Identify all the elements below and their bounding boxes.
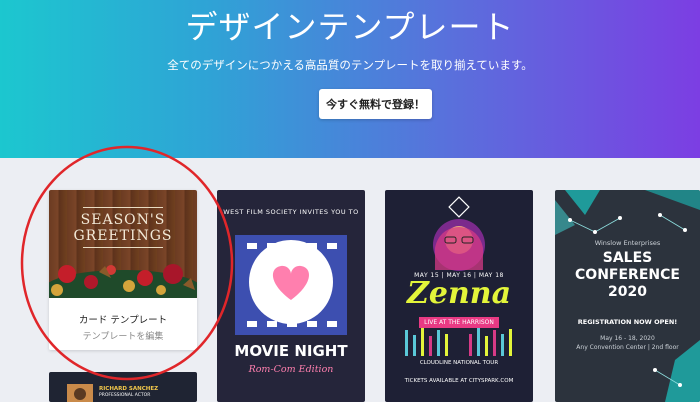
card-title: SALES CONFERENCE 2020	[555, 250, 700, 301]
ornaments-illustration	[49, 264, 197, 298]
event-venue: Any Convention Center | 2nd floor	[576, 344, 679, 351]
card-title-line1: SALES	[602, 250, 653, 266]
card-title-line2: CONFERENCE	[575, 267, 680, 283]
template-card-resume[interactable]: RICHARD SANCHEZ PROFESSIONAL ACTOR	[49, 372, 197, 402]
registration-text: REGISTRATION NOW OPEN!	[577, 318, 678, 326]
card-title-line3: 2020	[608, 284, 647, 300]
page-subtitle: 全てのデザインにつかえる高品質のテンプレートを取り揃えています。	[167, 58, 533, 72]
card-footer: カード テンプレート テンプレートを編集	[49, 298, 197, 350]
template-card-concert[interactable]: MAY 15 | MAY 16 | MAY 18 Zenna LIVE AT T…	[385, 190, 533, 402]
card-subtitle: Rom-Com Edition	[248, 364, 334, 375]
page-title: デザインテンプレート	[185, 8, 515, 46]
tour-text: CLOUDLINE NATIONAL TOUR	[419, 360, 499, 366]
card-tagline: LIVE AT THE HARRISON	[419, 317, 499, 328]
template-card-greeting[interactable]: SEASON'S GREETINGS カード テンプレート テンプレートを編集	[49, 190, 197, 350]
template-card-movie-night[interactable]: WEST FILM SOCIETY INVITES YOU TO MOVIE N…	[217, 190, 365, 402]
card-title: MOVIE NIGHT	[234, 342, 348, 360]
edit-template-link[interactable]: テンプレートを編集	[49, 329, 197, 342]
template-card-sales-conference[interactable]: Winslow Enterprises SALES CONFERENCE 202…	[555, 190, 700, 402]
card-title: Zenna	[406, 276, 512, 311]
card-title: カード テンプレート	[78, 315, 168, 326]
resume-role: PROFESSIONAL ACTOR	[99, 393, 151, 398]
free-signup-button[interactable]: 今すぐ無料で登録！	[319, 89, 432, 119]
event-dates: May 16 - 18, 2020	[600, 335, 655, 342]
hero-banner: デザインテンプレート 全てのデザインにつかえる高品質のテンプレートを取り揃えてい…	[0, 0, 700, 158]
film-heart-icon	[235, 235, 347, 335]
card-thumbnail: SEASON'S GREETINGS	[49, 190, 197, 298]
card-top-text: WEST FILM SOCIETY INVITES YOU TO	[223, 208, 359, 216]
resume-name: RICHARD SANCHEZ	[99, 386, 159, 392]
company-name: Winslow Enterprises	[594, 239, 661, 247]
tickets-text: TICKETS AVAILABLE AT CITYSPARK.COM	[404, 378, 514, 384]
